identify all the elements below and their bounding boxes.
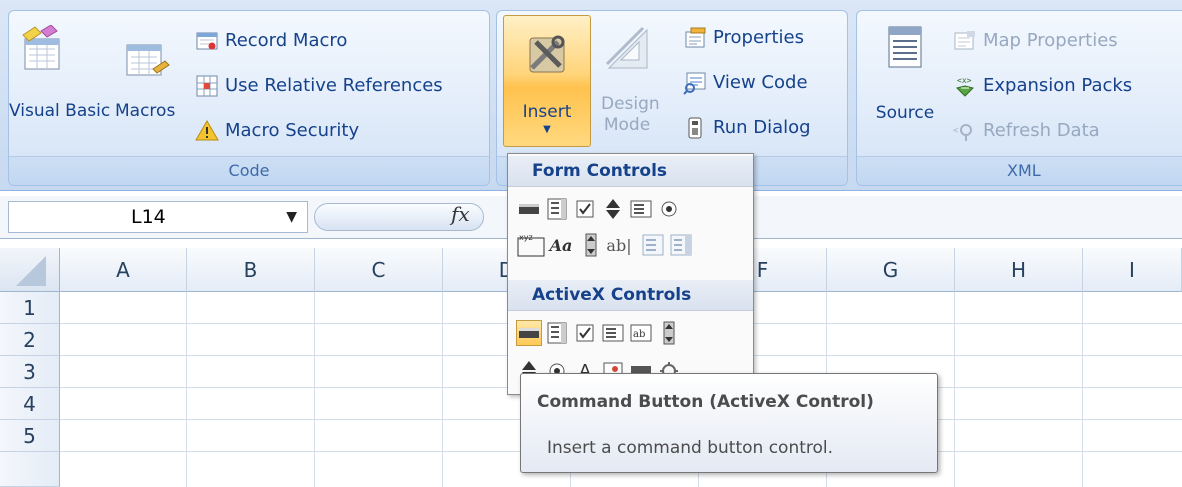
select-all-corner[interactable] [0, 248, 60, 292]
scroll-bar-form-control-icon[interactable] [578, 232, 604, 258]
svg-text:<x>: <x> [957, 76, 972, 85]
visual-basic-icon [22, 25, 60, 70]
column-header-b[interactable]: B [187, 248, 315, 292]
xml-group-label: XML [857, 156, 1182, 185]
map-properties-label: Map Properties [983, 30, 1118, 51]
column-header-i[interactable]: I [1083, 248, 1182, 292]
expansion-packs-label: Expansion Packs [983, 75, 1133, 96]
combo-list-edit-form-control-icon[interactable] [640, 232, 666, 258]
column-gridline [314, 292, 315, 487]
map-properties-button[interactable]: Map Properties [953, 27, 1118, 55]
macros-button[interactable]: Macros [113, 17, 185, 147]
name-box-dropdown-icon[interactable]: ▼ [286, 202, 297, 232]
use-relative-references-label: Use Relative References [225, 75, 443, 96]
column-gridline [442, 292, 443, 487]
form-controls-header: Form Controls [508, 156, 753, 187]
source-label: Source [875, 103, 935, 123]
select-all-triangle-icon [16, 256, 46, 286]
properties-button[interactable]: Properties [683, 24, 804, 52]
row-header-6[interactable] [0, 452, 60, 487]
column-header-a[interactable]: A [60, 248, 187, 292]
macro-security-button[interactable]: Macro Security [195, 117, 359, 145]
tooltip: Command Button (ActiveX Control) Insert … [520, 373, 938, 473]
refresh-data-icon: < [953, 124, 972, 141]
name-box-value: L14 [131, 206, 166, 228]
design-mode-label: Design Mode [601, 94, 660, 135]
visual-basic-label: Visual Basic [9, 101, 111, 121]
column-gridline [954, 292, 955, 487]
column-gridline [1082, 292, 1083, 487]
row-header-4[interactable]: 4 [0, 388, 60, 420]
name-box[interactable]: L14 ▼ [8, 201, 308, 233]
refresh-data-button[interactable]: < Refresh Data [953, 117, 1100, 145]
scroll-bar-activex-control-icon[interactable] [656, 320, 682, 346]
spin-button-form-control-icon[interactable] [600, 196, 626, 222]
column-header-c[interactable]: C [315, 248, 443, 292]
use-relative-references-button[interactable]: Use Relative References [195, 72, 443, 100]
macro-security-label: Macro Security [225, 120, 360, 141]
refresh-data-label: Refresh Data [983, 120, 1100, 141]
chevron-down-icon: ▼ [543, 124, 551, 135]
insert-function-icon[interactable]: fx [451, 202, 470, 226]
option-button-form-control-icon[interactable] [656, 196, 682, 222]
visual-basic-button[interactable]: Visual Basic [9, 17, 111, 147]
combo-box-activex-control-icon[interactable] [544, 320, 570, 346]
run-dialog-label: Run Dialog [713, 117, 811, 138]
insert-button[interactable]: Insert ▼ [503, 15, 591, 147]
check-box-form-control-icon[interactable] [572, 196, 598, 222]
row-header-3[interactable]: 3 [0, 356, 60, 388]
svg-text:xyz: xyz [519, 233, 533, 242]
view-code-icon [683, 72, 706, 95]
macros-icon [126, 44, 170, 76]
list-box-activex-control-icon[interactable] [600, 320, 626, 346]
column-header-h[interactable]: H [955, 248, 1083, 292]
tooltip-description: Insert a command button control. [547, 438, 834, 458]
row-header-1[interactable]: 1 [0, 292, 60, 324]
properties-icon [685, 27, 706, 48]
insert-tools-icon [529, 35, 565, 73]
insert-controls-dropdown: Form Controls xyz Aa ab| ActiveX Control… [507, 153, 754, 395]
expansion-packs-button[interactable]: <x> Expansion Packs [953, 72, 1132, 100]
map-properties-icon [954, 31, 975, 50]
view-code-label: View Code [713, 72, 808, 93]
xml-group: Source Map Properties <x> Expansion Packs… [856, 10, 1182, 186]
button-form-control-icon[interactable] [516, 196, 542, 222]
text-box-activex-control-icon[interactable]: ab [628, 320, 654, 346]
group-box-form-control-icon[interactable]: xyz [516, 232, 546, 258]
design-mode-button[interactable]: Design Mode [593, 20, 663, 150]
column-header-g[interactable]: G [827, 248, 955, 292]
code-group-label: Code [9, 156, 489, 185]
view-code-button[interactable]: View Code [683, 69, 808, 97]
expansion-packs-icon: <x> [956, 76, 974, 97]
code-group: Visual Basic Macros Record Macro Use Rel… [8, 10, 490, 186]
properties-label: Properties [713, 27, 804, 48]
insert-label: Insert [522, 102, 572, 122]
row-header-5[interactable]: 5 [0, 420, 60, 452]
macros-label: Macros [115, 101, 176, 121]
combo-dropdown-edit-form-control-icon[interactable] [668, 232, 694, 258]
check-box-activex-control-icon[interactable] [572, 320, 598, 346]
source-icon [888, 26, 922, 68]
label-form-control-icon[interactable]: Aa [548, 232, 574, 258]
command-button-activex-control-icon[interactable] [516, 320, 542, 346]
relative-references-icon [196, 75, 218, 97]
record-macro-label: Record Macro [225, 30, 348, 51]
run-dialog-icon [688, 117, 702, 139]
svg-text:<: < [953, 126, 959, 136]
record-macro-button[interactable]: Record Macro [195, 27, 347, 55]
tooltip-title: Command Button (ActiveX Control) [537, 392, 874, 412]
design-mode-icon [605, 26, 648, 69]
warning-icon [195, 120, 219, 141]
source-button[interactable]: Source [865, 17, 945, 147]
svg-text:ab: ab [633, 329, 645, 340]
text-field-form-control-icon[interactable]: ab| [602, 232, 636, 258]
row-header-2[interactable]: 2 [0, 324, 60, 356]
column-gridline [186, 292, 187, 487]
record-macro-icon [196, 32, 218, 50]
list-box-form-control-icon[interactable] [628, 196, 654, 222]
combo-box-form-control-icon[interactable] [544, 196, 570, 222]
activex-controls-header: ActiveX Controls [508, 280, 753, 311]
run-dialog-button[interactable]: Run Dialog [683, 114, 811, 142]
